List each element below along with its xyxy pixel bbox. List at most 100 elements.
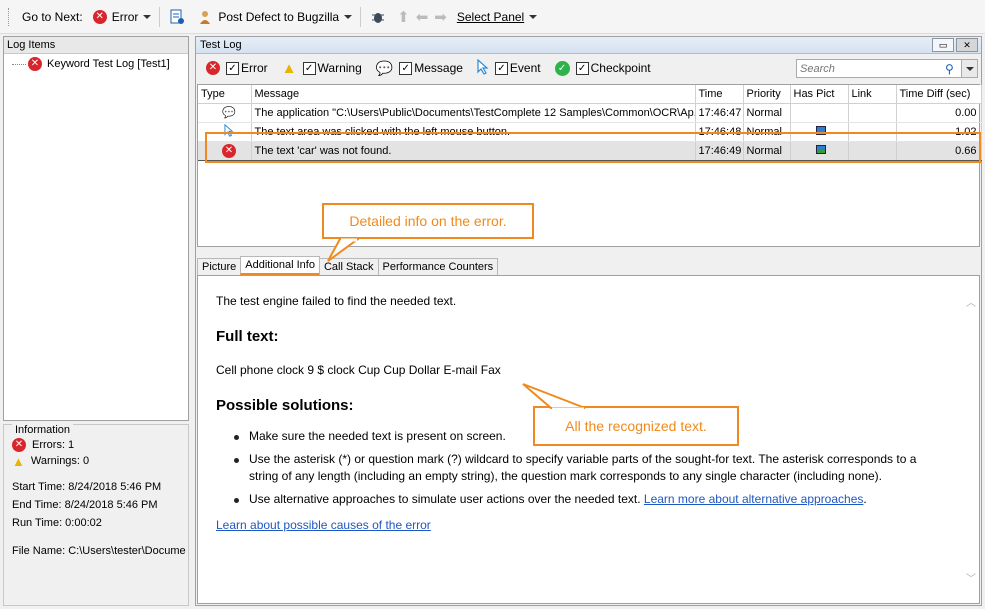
column-header-has-pict[interactable]: Has Pict [790, 85, 849, 104]
arrow-right-icon[interactable]: ➡ [431, 5, 450, 29]
search-input[interactable] [797, 62, 945, 75]
full-text-heading: Full text: [216, 328, 279, 345]
table-row[interactable]: The text area was clicked with the left … [198, 122, 982, 142]
picture-icon[interactable] [815, 125, 826, 135]
table-row[interactable]: 💬 The application "C:\Users\Public\Docum… [198, 103, 982, 123]
column-header-time-diff[interactable]: Time Diff (sec) [896, 85, 982, 104]
log-items-panel: Log Items ✕ Keyword Test Log [Test1] [3, 36, 189, 421]
picture-icon[interactable] [815, 144, 826, 154]
column-header-priority[interactable]: Priority [743, 85, 791, 104]
message-cell: The application "C:\Users\Public\Documen… [251, 103, 696, 123]
filter-message-checkbox[interactable]: ✓ [399, 61, 413, 75]
tab-additional-info[interactable]: Additional Info [240, 256, 320, 275]
post-defect-button[interactable]: Post Defect to Bugzilla [193, 5, 355, 29]
error-icon: ✕ [12, 438, 26, 452]
scroll-down-icon[interactable]: ﹀ [966, 570, 976, 585]
report-icon [168, 8, 186, 26]
filter-warning-label: Warning [317, 61, 362, 75]
event-icon [477, 58, 489, 78]
time-diff-cell: 0.66 [896, 140, 982, 161]
solution-3-end: . [863, 492, 867, 506]
column-header-time[interactable]: Time [695, 85, 744, 104]
info-file-name: File Name: C:\Users\tester\Docume [12, 545, 186, 557]
arrow-up-icon[interactable]: ⬆ [394, 5, 413, 29]
toolbar-separator [159, 6, 161, 27]
log-tree-item-label: Keyword Test Log [Test1] [47, 58, 170, 70]
priority-cell: Normal [743, 140, 791, 161]
search-dropdown-button[interactable] [961, 60, 977, 77]
column-header-link[interactable]: Link [848, 85, 897, 104]
filter-checkpoint[interactable]: ✓ ✓ Checkpoint [554, 60, 651, 76]
chevron-down-icon [143, 14, 152, 19]
info-end-time: End Time: 8/24/2018 5:46 PM [12, 499, 158, 511]
bug-button[interactable] [366, 5, 394, 29]
filter-warning[interactable]: ▲ ✓ Warning [282, 60, 362, 77]
error-intro-text: The test engine failed to find the neede… [216, 294, 457, 308]
error-icon: ✕ [222, 143, 236, 158]
filter-error-checkbox[interactable]: ✓ [226, 61, 239, 75]
post-defect-label: Post Defect to Bugzilla [218, 9, 340, 24]
arrow-left-icon[interactable]: ⬅ [413, 5, 432, 29]
time-cell: 17:46:47 [695, 103, 744, 123]
chevron-down-icon [965, 66, 974, 71]
list-item: Use alternative approaches to simulate u… [232, 491, 932, 508]
info-errors: ✕ Errors: 1 [12, 437, 188, 453]
has-pict-cell [790, 103, 849, 123]
select-panel-button[interactable]: Select Panel [454, 5, 540, 29]
chevron-down-icon [344, 14, 353, 19]
filter-checkpoint-checkbox[interactable]: ✓ [575, 61, 589, 75]
has-pict-cell [790, 140, 849, 161]
details-tabs: Picture Additional Info Call Stack Perfo… [197, 256, 499, 275]
close-panel-button[interactable]: ✕ [956, 38, 978, 52]
solution-3-text: Use alternative approaches to simulate u… [249, 492, 641, 506]
column-header-message[interactable]: Message [251, 85, 696, 104]
time-diff-cell: 1.02 [896, 122, 982, 142]
filter-event-label: Event [509, 61, 541, 75]
search-box: ⚲ [796, 59, 978, 78]
tree-connector [12, 63, 26, 65]
error-dropdown-button[interactable]: ✕ Error [90, 5, 155, 29]
message-icon: 💬 [375, 59, 394, 76]
test-log-title: Test Log [200, 39, 242, 51]
warning-icon: ▲ [281, 59, 297, 77]
information-panel: Information ✕ Errors: 1 ▲ Warnings: 0 St… [3, 424, 189, 606]
type-cell: ✕ [198, 140, 252, 161]
select-panel-label: Select Panel [456, 9, 525, 24]
toolbar-grip[interactable] [8, 7, 11, 26]
filter-warning-checkbox[interactable]: ✓ [302, 61, 316, 75]
search-icon[interactable]: ⚲ [945, 62, 961, 76]
maximize-button[interactable]: ▭ [932, 38, 954, 52]
go-to-next-label: Go to Next: [22, 9, 83, 24]
message-icon: 💬 [222, 107, 236, 119]
error-icon: ✕ [206, 61, 220, 75]
callout-recognized-text-text: All the recognized text. [565, 418, 707, 434]
info-start-time: Start Time: 8/24/2018 5:46 PM [12, 481, 162, 493]
type-cell: 💬 [198, 103, 252, 123]
column-header-type[interactable]: Type [198, 85, 252, 104]
filter-event[interactable]: ✓ Event [477, 58, 541, 78]
tab-performance-counters[interactable]: Performance Counters [377, 258, 499, 275]
time-cell: 17:46:48 [695, 122, 744, 142]
filter-event-checkbox[interactable]: ✓ [494, 61, 508, 75]
link-cell [848, 103, 897, 123]
log-tree-item[interactable]: ✕ Keyword Test Log [Test1] [4, 54, 188, 71]
priority-cell: Normal [743, 122, 791, 142]
table-row-selected[interactable]: ✕ The text 'car' was not found. 17:46:49… [198, 140, 982, 161]
callout-detailed-info-text: Detailed info on the error. [349, 213, 507, 229]
filter-error[interactable]: ✕ ✓ Error [206, 61, 268, 75]
filter-checkpoint-label: Checkpoint [590, 61, 651, 75]
alternative-approaches-link[interactable]: Learn more about alternative approaches [644, 492, 863, 506]
priority-cell: Normal [743, 103, 791, 123]
info-warnings: ▲ Warnings: 0 [12, 453, 188, 469]
list-item: Use the asterisk (*) or question mark (?… [232, 451, 932, 485]
possible-causes-link[interactable]: Learn about possible causes of the error [216, 518, 431, 532]
toolbar-separator [360, 6, 362, 27]
information-title: Information [12, 424, 74, 436]
filter-message-label: Message [414, 61, 463, 75]
report-button[interactable] [165, 5, 193, 29]
filter-message[interactable]: 💬 ✓ Message [376, 60, 463, 77]
vertical-scrollbar[interactable]: ︿ ﹀ [962, 276, 979, 603]
scroll-up-icon[interactable]: ︿ [966, 294, 976, 309]
tab-picture[interactable]: Picture [197, 258, 242, 275]
message-cell: The text 'car' was not found. [251, 140, 696, 161]
